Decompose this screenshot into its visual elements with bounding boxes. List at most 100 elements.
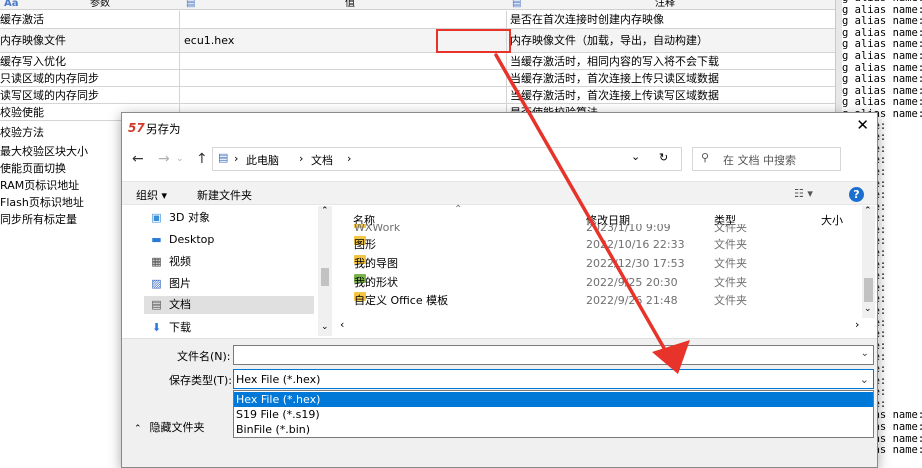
nav-item-pictures[interactable]: ▨ 图片 [150, 276, 191, 292]
header-value[interactable]: 值 [345, 0, 355, 9]
file-type: 文件夹 [714, 257, 747, 270]
scroll-left-icon[interactable]: ‹ [340, 318, 344, 331]
file-name-text: WXWork [354, 224, 401, 234]
sort-alpha-icon[interactable]: Aa [4, 0, 19, 9]
grid-param-label[interactable]: 使能页面切换 [0, 160, 66, 177]
filetype-option-hex[interactable]: Hex File (*.hex) [234, 392, 873, 407]
nav-item-documents[interactable]: ▤ 文档 [144, 296, 314, 314]
nav-item-3d-objects[interactable]: ▣ 3D 对象 [150, 210, 210, 226]
filename-input[interactable]: ⌄ [233, 345, 874, 365]
file-list-hscrollbar[interactable]: ‹ › [336, 318, 866, 332]
file-date: 2022/10/16 22:33 [586, 238, 685, 251]
header-param[interactable]: 参数 [90, 0, 110, 9]
grid-param-label[interactable]: Flash页标识地址 [0, 194, 84, 211]
file-scroll-thumb[interactable] [864, 278, 873, 302]
nav-item-desktop[interactable]: ▬ Desktop [150, 232, 214, 248]
grid-param-label[interactable]: RAM页标识地址 [0, 177, 79, 194]
filename-dropdown-icon[interactable]: ⌄ [861, 348, 869, 359]
save-as-dialog[interactable]: 57 另存为 ✕ ← → ⌄ ↑ ▤ › 此电脑 › 文档 › ⌄ ↻ ⚲ 在 … [121, 112, 878, 468]
scroll-right-icon[interactable]: › [855, 318, 859, 331]
organize-button[interactable]: 组织 ▾ [136, 187, 167, 203]
pictures-icon: ▨ [151, 277, 162, 290]
value-cell[interactable]: ✓ [181, 70, 507, 86]
navigation-bar: ← → ⌄ ↑ ▤ › 此电脑 › 文档 › ⌄ ↻ ⚲ 在 文档 中搜索 [122, 145, 877, 175]
back-arrow-icon[interactable]: ← [132, 151, 144, 167]
grid-param-label[interactable]: 校验方法 [0, 124, 44, 141]
view-options-icon[interactable]: ☷ ▾ [794, 187, 813, 200]
nav-scroll-thumb[interactable] [321, 268, 329, 286]
new-folder-button[interactable]: 新建文件夹 [197, 187, 252, 203]
grid-row-image-file[interactable]: 内存映像文件 ecu1.hex 内存映像文件（加载，导出，自动构建） [0, 29, 835, 53]
app-logo-icon: 57 [128, 121, 145, 135]
nav-scrollbar[interactable]: ⌃ ⌄ [318, 206, 332, 336]
forward-arrow-icon[interactable]: → [158, 151, 170, 167]
nav-item-label: Desktop [169, 233, 215, 246]
scroll-down-icon[interactable]: ⌄ [864, 304, 872, 314]
param-cell: 读写区域的内存同步 [0, 87, 180, 103]
list-item[interactable]: 自定义 Office 模板 2022/9/26 21:48 文件夹 [336, 292, 866, 310]
hide-folders-label: 隐藏文件夹 [149, 421, 205, 434]
grid-param-label[interactable]: 同步所有标定量 [0, 211, 77, 228]
video-icon: ▦ [151, 255, 162, 268]
scroll-up-icon[interactable]: ⌃ [864, 206, 872, 216]
address-bar[interactable]: ▤ › 此电脑 › 文档 › ⌄ ↻ [212, 147, 682, 171]
dialog-titlebar[interactable]: 57 另存为 ✕ [122, 113, 877, 143]
file-date: 2022/12/30 17:53 [586, 257, 685, 270]
file-name-text: 图形 [354, 238, 376, 251]
grid-row-write-opt[interactable]: 缓存写入优化 ✓ 当缓存激活时，相同内容的写入将不会下载 [0, 53, 835, 70]
grid-row-ro-sync[interactable]: 只读区域的内存同步 ✓ 当缓存激活时，首次连接上传只读区域数据 [0, 70, 835, 87]
search-input[interactable]: ⚲ 在 文档 中搜索 [692, 147, 841, 171]
breadcrumb-this-pc[interactable]: 此电脑 [246, 152, 279, 168]
file-type: 文件夹 [714, 294, 747, 307]
close-icon[interactable]: ✕ [856, 118, 869, 133]
desktop-icon: ▬ [151, 233, 162, 246]
refresh-icon[interactable]: ↻ [659, 151, 668, 164]
list-item[interactable]: WXWork 2023/1/10 9:09 文件夹 [336, 224, 866, 234]
help-icon[interactable]: ? [849, 187, 864, 202]
filetype-label: 保存类型(T): [169, 374, 233, 387]
grid-row-cache-enable[interactable]: 缓存激活 ✓ 是否在首次连接时创建内存映像 [0, 11, 835, 29]
list-item[interactable]: 我的形状 2022/9/25 20:30 文件夹 [336, 274, 866, 292]
file-name-text: 我的导图 [354, 257, 398, 270]
grid-param-label[interactable]: 最大校验区块大小 [0, 143, 88, 160]
documents-icon: ▤ [151, 298, 162, 311]
nav-item-videos[interactable]: ▦ 视频 [150, 254, 191, 270]
list-item[interactable]: 图形 2022/10/16 22:33 文件夹 [336, 236, 866, 254]
value-cell[interactable]: ✓ [181, 11, 507, 28]
scroll-down-icon[interactable]: ⌄ [321, 322, 329, 332]
note-cell: 当缓存激活时，首次连接上传读写区域数据 [510, 89, 719, 102]
header-note[interactable]: 注释 [655, 0, 675, 9]
dialog-title: 另存为 [146, 122, 181, 136]
filetype-select[interactable]: Hex File (*.hex) ⌄ [233, 369, 874, 389]
nav-item-label: 图片 [169, 277, 191, 290]
annotation-red-box [436, 29, 511, 53]
nav-item-label: 文档 [169, 298, 191, 311]
file-name-text: 自定义 Office 模板 [354, 294, 449, 307]
value-cell[interactable]: ✓ [181, 87, 507, 103]
filetype-option-s19[interactable]: S19 File (*.s19) [234, 407, 873, 422]
recent-dropdown-icon[interactable]: ⌄ [176, 154, 184, 164]
search-icon: ⚲ [701, 151, 710, 164]
navigation-pane: ▣ 3D 对象 ▬ Desktop ▦ 视频 ▨ 图片 ▤ 文档 ⬇ 下载 ⌃ ⌄ [122, 206, 334, 338]
breadcrumb-documents[interactable]: 文档 [311, 152, 333, 168]
nav-item-downloads[interactable]: ⬇ 下载 [150, 320, 191, 336]
value-cell[interactable]: ✓ [181, 53, 507, 69]
file-list-scrollbar[interactable]: ⌃ ⌄ [862, 206, 875, 318]
file-date: 2022/9/26 21:48 [586, 294, 678, 307]
breadcrumb-separator: › [299, 152, 304, 165]
folder-path-icon: ▤ [218, 151, 229, 164]
param-cell: 缓存写入优化 [0, 53, 180, 69]
filetype-dropdown-list[interactable]: Hex File (*.hex) S19 File (*.s19) BinFil… [233, 390, 874, 438]
hide-folders-button[interactable]: ⌃ 隐藏文件夹 [134, 419, 205, 435]
file-date: 2022/9/25 20:30 [586, 276, 678, 289]
up-arrow-icon[interactable]: ↑ [196, 151, 208, 167]
address-dropdown-icon[interactable]: ⌄ [631, 150, 640, 163]
filetype-dropdown-icon[interactable]: ⌄ [860, 373, 869, 386]
list-item[interactable]: 我的导图 2022/12/30 17:53 文件夹 [336, 255, 866, 273]
grid-row-rw-sync[interactable]: 读写区域的内存同步 ✓ 当缓存激活时，首次连接上传读写区域数据 [0, 87, 835, 104]
download-icon: ⬇ [151, 321, 162, 334]
note-cell: 是否在首次连接时创建内存映像 [510, 13, 664, 26]
filetype-option-bin[interactable]: BinFile (*.bin) [234, 422, 873, 437]
save-form: 文件名(N): ⌄ 保存类型(T): Hex File (*.hex) ⌄ He… [122, 338, 877, 467]
scroll-up-icon[interactable]: ⌃ [321, 206, 329, 216]
